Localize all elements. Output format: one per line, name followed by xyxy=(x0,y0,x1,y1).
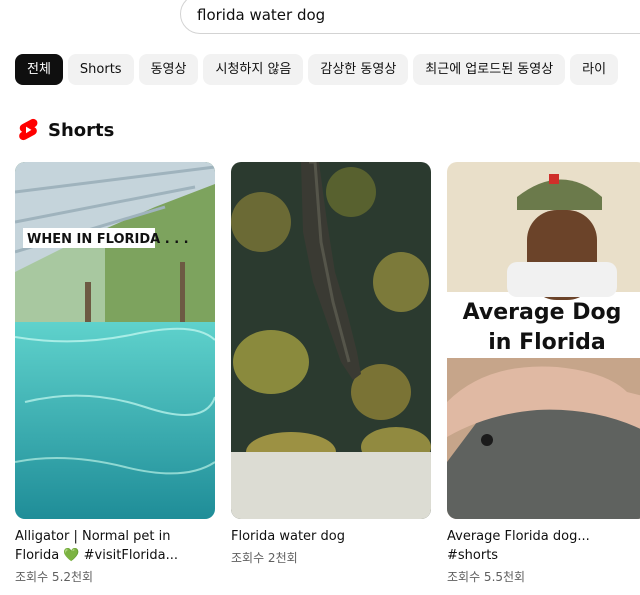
shorts-section-title: Shorts xyxy=(48,119,115,141)
search-box[interactable] xyxy=(180,0,640,34)
short-title-1-line2: Florida 💚 #visitFlorida... xyxy=(15,548,178,563)
short-thumbnail-2[interactable] xyxy=(231,162,431,519)
short-title-3-line2: #shorts xyxy=(447,548,499,563)
search-input[interactable] xyxy=(197,6,617,24)
short-views-3: 조회수 5.5천회 xyxy=(447,570,526,584)
short-views-2: 조회수 2천회 xyxy=(231,551,298,565)
short-title-1[interactable]: Alligator | Normal pet in Florida 💚 #vis… xyxy=(15,527,210,565)
short-thumbnail-3[interactable]: Average Dog in Florida xyxy=(447,162,640,519)
short-thumbnail-1[interactable]: WHEN IN FLORIDA . . . xyxy=(15,162,215,519)
short-title-3[interactable]: Average Florida dog... #shorts xyxy=(447,527,640,565)
short-overlay-text-3a: Average Dog xyxy=(463,300,622,325)
chip-shorts[interactable]: Shorts xyxy=(67,54,134,85)
chip-recently-uploaded[interactable]: 최근에 업로드된 동영상 xyxy=(413,54,566,85)
chip-all[interactable]: 전체 xyxy=(15,54,63,85)
short-card-1[interactable]: WHEN IN FLORIDA . . . Alligator | Normal… xyxy=(15,162,215,585)
short-card-3[interactable]: Average Dog in Florida Average Florida d… xyxy=(447,162,640,585)
short-title-3-line1: Average Florida dog... xyxy=(447,529,590,544)
short-title-2-line1: Florida water dog xyxy=(231,529,345,544)
short-card-2[interactable]: Florida water dog 조회수 2천회 xyxy=(231,162,431,566)
chip-watched[interactable]: 감상한 동영상 xyxy=(308,54,409,85)
short-overlay-text-3b: in Florida xyxy=(488,330,606,355)
short-title-1-line1: Alligator | Normal pet in xyxy=(15,529,171,544)
chip-videos[interactable]: 동영상 xyxy=(138,54,199,85)
shorts-logo-icon xyxy=(19,118,38,141)
short-overlay-text-1: WHEN IN FLORIDA . . . xyxy=(27,232,189,247)
shorts-section-header: Shorts xyxy=(18,118,114,142)
chip-live[interactable]: 라이 xyxy=(570,54,619,85)
chip-unwatched[interactable]: 시청하지 않음 xyxy=(203,54,304,85)
filter-chips: 전체 Shorts 동영상 시청하지 않음 감상한 동영상 최근에 업로드된 동영상 라이 xyxy=(15,54,623,85)
short-title-2[interactable]: Florida water dog xyxy=(231,527,426,546)
short-views-1: 조회수 5.2천회 xyxy=(15,570,94,584)
